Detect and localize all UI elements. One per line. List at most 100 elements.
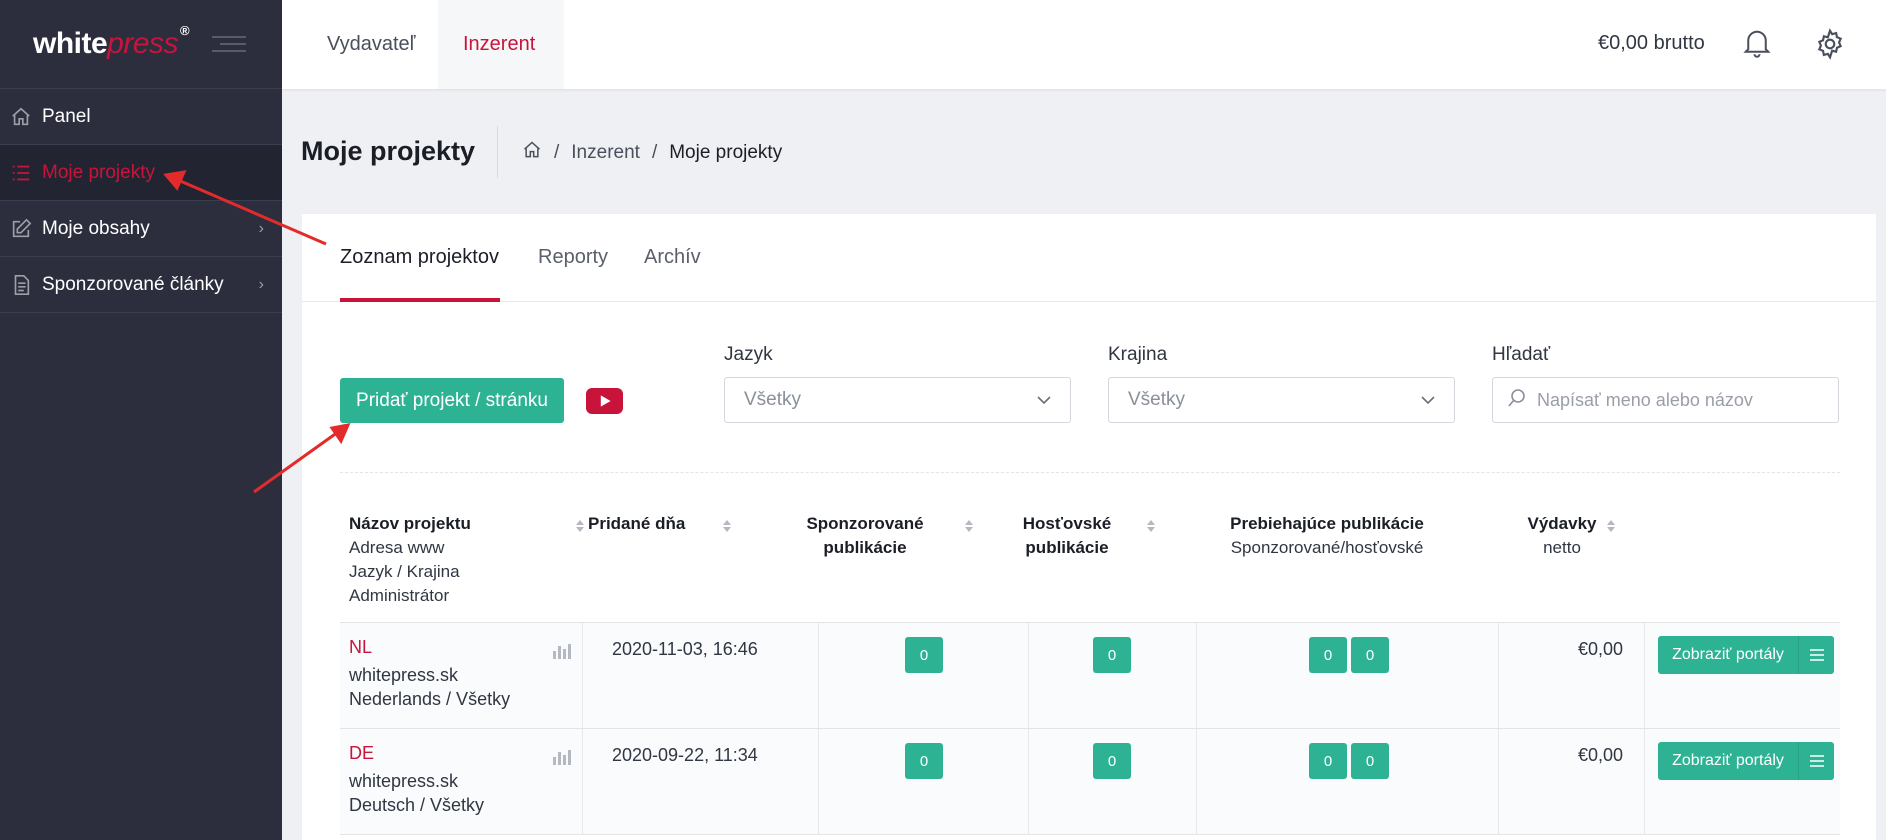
table-divider [340,834,1840,835]
header-title: Výdavky [1527,514,1597,533]
tab-publisher[interactable]: Vydavateľ [302,0,440,89]
logo-bar: whitepress ® [0,0,282,89]
ongoing-guest-badge[interactable]: 0 [1351,743,1389,779]
header-title: Prebiehajúce publikácie [1230,514,1424,533]
header-title: Hosťovské [1022,514,1112,533]
sort-icon[interactable] [722,516,732,532]
gear-icon[interactable] [1814,28,1846,60]
language-label: Jazyk [724,344,773,365]
row-menu-icon[interactable] [1798,742,1834,780]
search-box [1492,377,1839,423]
logo-press: press [107,27,179,60]
header-project-name[interactable]: Názov projektu Adresa www Jazyk / Krajin… [349,512,584,608]
project-code-link[interactable]: NL [349,635,510,659]
language-value: Všetky [744,389,802,410]
logo[interactable]: whitepress ® [33,23,190,61]
header-title: publikácie [1025,538,1109,557]
country-select[interactable]: Všetky [1108,377,1455,423]
sidebar-item-sponsored-articles[interactable]: Sponzorované články › [0,257,282,313]
topbar: Vydavateľ Inzerent €0,00 brutto [282,0,1886,89]
chevron-right-icon: › [258,220,264,237]
add-project-button[interactable]: Pridať projekt / stránku [340,378,564,423]
sort-icon[interactable] [964,516,974,532]
logo-white: white [33,27,108,60]
header-title: Názov projektu [349,514,471,533]
project-name-cell: DE whitepress.sk Deutsch / Všetky [349,741,484,817]
project-language: Deutsch / Všetky [349,795,485,815]
search-input[interactable] [1537,389,1827,411]
breadcrumb-advertiser[interactable]: Inzerent [571,142,640,164]
sponsored-count-badge[interactable]: 0 [905,743,943,779]
header-title: publikácie [823,538,907,557]
header-sub: netto [1543,538,1581,557]
sort-icon[interactable] [1146,516,1156,532]
header-title: Pridané dňa [588,514,686,533]
header-sub: Jazyk / Krajina [349,562,460,581]
sponsored-count-badge[interactable]: 0 [905,637,943,673]
divider [340,472,1840,473]
project-site: whitepress.sk [349,665,459,685]
edit-icon [10,218,32,240]
header-sub: Administrátor [349,586,450,605]
country-label: Krajina [1108,344,1168,365]
show-portals-button[interactable]: Zobraziť portály [1658,636,1798,674]
table-row: DE whitepress.sk Deutsch / Všetky 2020-0… [340,729,1840,834]
header-title: Sponzorované [806,514,924,533]
list-icon [10,162,32,184]
sort-icon[interactable] [575,516,585,532]
header-sub: Sponzorované/hosťovské [1230,538,1424,557]
sort-icon[interactable] [1606,516,1616,532]
project-name-cell: NL whitepress.sk Nederlands / Všetky [349,635,510,711]
ongoing-sponsored-badge[interactable]: 0 [1309,637,1347,673]
breadcrumb-current: Moje projekty [669,142,783,163]
sidebar-item-panel[interactable]: Panel [0,89,282,145]
sidebar-item-projects[interactable]: Moje projekty [0,145,282,201]
tab-project-list[interactable]: Zoznam projektov [340,246,499,269]
logo-registered: ® [180,23,190,38]
tab-advertiser[interactable]: Inzerent [438,0,564,89]
breadcrumb-separator: / [554,142,560,163]
header-spend[interactable]: Výdavky netto [1522,512,1615,560]
show-portals-button[interactable]: Zobraziť portály [1658,742,1798,780]
spend-value: €0,00 [1578,745,1624,765]
youtube-icon[interactable] [586,388,623,414]
page-title: Moje projekty [301,136,476,166]
language-select[interactable]: Všetky [724,377,1071,423]
guest-count-badge[interactable]: 0 [1093,637,1131,673]
sidebar-item-contents[interactable]: Moje obsahy › [0,201,282,257]
breadcrumb-separator: / [651,142,658,163]
header-sponsored[interactable]: Sponzorované publikácie [780,512,973,560]
projects-card: Zoznam projektov Reporty Archív Pridať p… [302,214,1876,840]
active-tab-indicator [340,298,500,302]
chevron-down-icon [1036,392,1052,414]
chevron-right-icon: › [258,276,264,293]
header-added[interactable]: Pridané dňa [588,512,731,536]
tab-archive[interactable]: Archív [644,246,701,269]
bar-chart-icon[interactable] [552,643,574,659]
project-site: whitepress.sk [349,771,459,791]
project-code-link[interactable]: DE [349,741,484,765]
header-ongoing: Prebiehajúce publikácie Sponzorované/hos… [1227,512,1427,560]
country-value: Všetky [1128,389,1186,410]
search-icon [1507,388,1527,413]
added-date: 2020-11-03, 16:46 [612,639,758,659]
hamburger-menu-icon[interactable] [212,36,246,56]
sidebar-item-label: Panel [42,105,91,127]
project-language: Nederlands / Všetky [349,689,511,709]
home-icon[interactable] [522,140,542,166]
spend-value: €0,00 [1578,639,1624,659]
table-row: NL whitepress.sk Nederlands / Všetky 202… [340,623,1840,728]
sidebar-item-label: Moje projekty [42,161,155,183]
sidebar-item-label: Moje obsahy [42,217,150,239]
bell-icon[interactable] [1742,26,1772,60]
ongoing-sponsored-badge[interactable]: 0 [1309,743,1347,779]
sidebar: whitepress ® Panel Moje projekty Moje obs… [0,0,282,840]
header-guest[interactable]: Hosťovské publikácie [1012,512,1155,560]
balance[interactable]: €0,00 brutto [1598,32,1705,55]
added-date: 2020-09-22, 11:34 [612,745,758,765]
bar-chart-icon[interactable] [552,749,574,765]
row-menu-icon[interactable] [1798,636,1834,674]
ongoing-guest-badge[interactable]: 0 [1351,637,1389,673]
guest-count-badge[interactable]: 0 [1093,743,1131,779]
tab-reports[interactable]: Reporty [538,246,608,269]
